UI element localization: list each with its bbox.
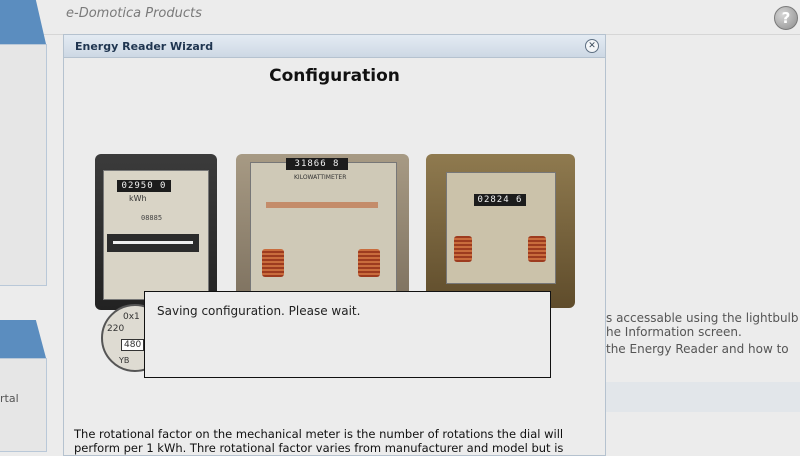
close-icon[interactable]: ✕: [585, 39, 599, 53]
dial-reading-4: YB: [119, 356, 130, 365]
description-text: The rotational factor on the mechanical …: [74, 427, 564, 455]
info-text-line-1: s accessable using the lightbulb: [606, 311, 799, 325]
app-title: e-Domotica Products: [66, 6, 202, 21]
dial-reading-1: 0x1: [123, 312, 140, 322]
meter-2-digits: 31866 8: [286, 158, 348, 170]
meter-3-digits: 02824 6: [474, 194, 526, 206]
wizard-titlebar[interactable]: Energy Reader Wizard ✕: [64, 35, 605, 58]
saving-message: Saving configuration. Please wait.: [157, 304, 361, 318]
top-bar: e-Domotica Products ?: [0, 0, 800, 35]
dial-reading-3: 480: [121, 339, 145, 351]
wizard-title: Energy Reader Wizard: [75, 40, 214, 53]
meter-photo-3: 02824 6: [426, 154, 575, 308]
info-text-line-3: the Energy Reader and how to: [606, 342, 789, 356]
nav-tab-bottom[interactable]: [0, 320, 46, 358]
dial-reading-2: 220: [107, 324, 125, 334]
meter-1-lower-digits: 08885: [141, 214, 163, 222]
energy-reader-wizard: Energy Reader Wizard ✕ Configuration 029…: [63, 34, 606, 456]
meter-2-label: KILOWATTIMETER: [294, 174, 347, 181]
nav-panel-bottom: [0, 358, 47, 452]
nav-panel-top: [0, 44, 47, 286]
meter-1-unit: kWh: [129, 194, 147, 203]
nav-item-label[interactable]: rtal: [0, 392, 19, 405]
info-text-line-2: he Information screen.: [606, 325, 742, 339]
info-band: [604, 382, 800, 412]
saving-dialog: Saving configuration. Please wait.: [144, 291, 551, 378]
meter-1-digits: 02950 0: [117, 180, 171, 192]
help-button[interactable]: ?: [774, 6, 798, 30]
meter-photo-1: 02950 0 kWh 08885: [95, 154, 217, 310]
page-title: Configuration: [269, 66, 400, 86]
